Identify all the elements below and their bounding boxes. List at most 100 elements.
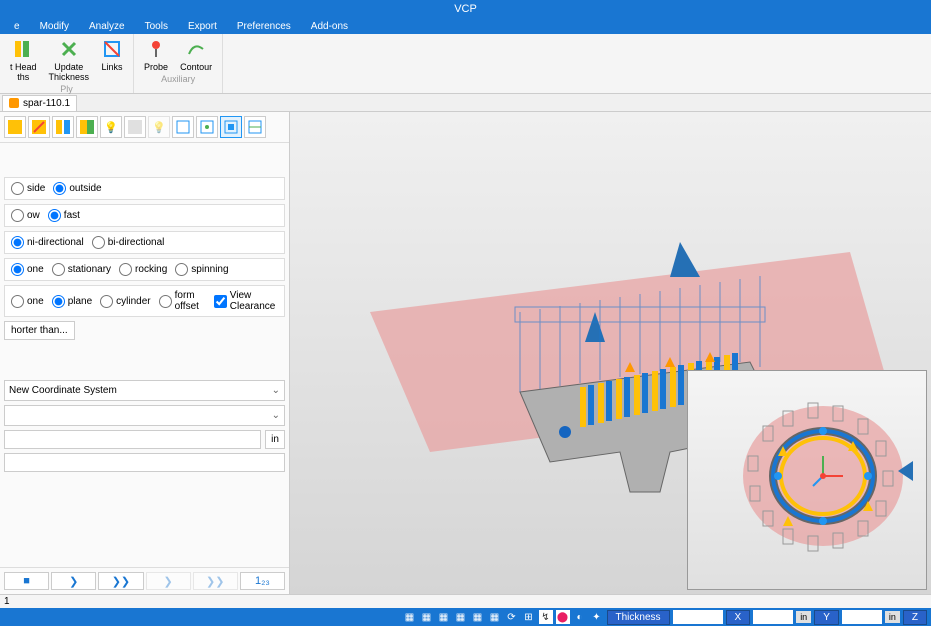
tool-icon-b[interactable]: ◐ <box>573 610 587 624</box>
bottom-bar: ▦ ▦ ▦ ▦ ▦ ▦ ⟳ ⊞ ↯ ⬤ ◐ ✦ Thickness X in Y… <box>0 608 931 626</box>
title-bar: VCP <box>0 0 931 18</box>
nav-controls: ■ ❯ ❯❯ ❯ ❯❯ 1₂₃ <box>0 567 289 594</box>
tool-icon-c[interactable]: ✦ <box>590 610 604 624</box>
options-panel: side outside ow fast ni-directional bi-d… <box>0 143 289 567</box>
radio-formoffset[interactable]: form offset <box>159 290 206 312</box>
check-view-clearance[interactable]: View Clearance <box>214 290 278 312</box>
value-input-2[interactable] <box>4 453 285 472</box>
value-input-row: in <box>4 430 285 449</box>
tool-4[interactable] <box>76 116 98 138</box>
radio-fast[interactable]: fast <box>48 209 80 222</box>
menu-addons[interactable]: Add-ons <box>301 21 358 32</box>
tab-label: spar-110.1 <box>23 98 70 109</box>
radio-outside[interactable]: outside <box>53 182 101 195</box>
head-icon <box>12 38 34 60</box>
menu-tools[interactable]: Tools <box>135 21 178 32</box>
speed-option: ow fast <box>4 204 285 227</box>
view-icon-1[interactable]: ▦ <box>403 610 417 624</box>
status-text: 1 <box>4 596 10 607</box>
radio-cylinder[interactable]: cylinder <box>100 295 150 308</box>
probe-icon <box>145 38 167 60</box>
view-icon-4[interactable]: ▦ <box>454 610 468 624</box>
grid-icon[interactable]: ⊞ <box>522 610 536 624</box>
radio-none[interactable]: one <box>11 263 44 276</box>
tool-icon-a[interactable]: ⬤ <box>556 610 570 624</box>
direction-option: ni-directional bi-directional <box>4 231 285 254</box>
y-button[interactable]: Y <box>814 610 839 625</box>
tool-bulb-on[interactable]: 💡 <box>100 116 122 138</box>
x-input[interactable] <box>753 610 793 624</box>
axis-icon[interactable]: ↯ <box>539 610 553 624</box>
inset-viewport[interactable] <box>687 370 927 590</box>
coord-system-dropdown[interactable]: New Coordinate System⌄ <box>4 380 285 401</box>
tool-1[interactable] <box>4 116 26 138</box>
ribbon-group-ply: t Head ths Update Thickness Links Ply <box>0 34 134 93</box>
x-button[interactable]: X <box>726 610 751 625</box>
radio-plane[interactable]: plane <box>52 295 92 308</box>
ribbon-head-paths[interactable]: t Head ths <box>4 36 43 84</box>
radio-none2[interactable]: one <box>11 295 44 308</box>
menu-preferences[interactable]: Preferences <box>227 21 301 32</box>
unit-label: in <box>796 611 811 623</box>
unit-label: in <box>885 611 900 623</box>
radio-stationary[interactable]: stationary <box>52 263 111 276</box>
ribbon-group-label: Auxiliary <box>161 74 195 84</box>
tool-view-2[interactable] <box>196 116 218 138</box>
view-icon-3[interactable]: ▦ <box>437 610 451 624</box>
document-tab[interactable]: spar-110.1 <box>2 95 77 111</box>
menu-analyze[interactable]: Analyze <box>79 21 135 32</box>
menu-export[interactable]: Export <box>178 21 227 32</box>
clearance-option: one plane cylinder form offset View Clea… <box>4 285 285 317</box>
value-input[interactable] <box>4 430 261 449</box>
nav-stop[interactable]: ■ <box>4 572 49 590</box>
sidebar-toolbar: 💡 💡 <box>0 112 289 143</box>
tab-bar: spar-110.1 <box>0 94 931 112</box>
ribbon-group-label: Ply <box>60 84 73 94</box>
ribbon-contour[interactable]: Contour <box>174 36 218 74</box>
chevron-down-icon: ⌄ <box>272 410 280 421</box>
tool-view-3[interactable] <box>220 116 242 138</box>
side-option: side outside <box>4 177 285 200</box>
ribbon-links[interactable]: Links <box>95 36 129 84</box>
z-button[interactable]: Z <box>903 610 927 625</box>
thickness-button[interactable]: Thickness <box>607 610 670 625</box>
nav-play[interactable]: ❯❯ <box>98 572 143 590</box>
ribbon-update-thickness[interactable]: Update Thickness <box>43 36 96 84</box>
tool-view-1[interactable] <box>172 116 194 138</box>
nav-step2[interactable]: ❯ <box>146 572 191 590</box>
tool-view-4[interactable] <box>244 116 266 138</box>
radio-rocking[interactable]: rocking <box>119 263 167 276</box>
ribbon-probe[interactable]: Probe <box>138 36 174 74</box>
view-icon-6[interactable]: ▦ <box>488 610 502 624</box>
blank-dropdown[interactable]: ⌄ <box>4 405 285 426</box>
thickness-input[interactable] <box>673 610 723 624</box>
nav-step[interactable]: ❯ <box>51 572 96 590</box>
motion-option: one stationary rocking spinning <box>4 258 285 281</box>
radio-bi[interactable]: bi-directional <box>92 236 165 249</box>
radio-slow[interactable]: ow <box>11 209 40 222</box>
view-icon-2[interactable]: ▦ <box>420 610 434 624</box>
radio-spinning[interactable]: spinning <box>175 263 228 276</box>
menu-modify[interactable]: Modify <box>30 21 79 32</box>
chevron-down-icon: ⌄ <box>272 385 280 396</box>
status-bar: 1 <box>0 594 931 608</box>
view-icon-5[interactable]: ▦ <box>471 610 485 624</box>
nav-ff[interactable]: ❯❯ <box>193 572 238 590</box>
tool-3[interactable] <box>52 116 74 138</box>
tool-2[interactable] <box>28 116 50 138</box>
nav-123[interactable]: 1₂₃ <box>240 572 285 590</box>
links-icon <box>101 38 123 60</box>
y-input[interactable] <box>842 610 882 624</box>
tool-6[interactable] <box>124 116 146 138</box>
app-title: VCP <box>454 3 477 15</box>
cone-icon <box>670 242 700 277</box>
radio-side[interactable]: side <box>11 182 45 195</box>
refresh-icon[interactable]: ⟳ <box>505 610 519 624</box>
radio-uni[interactable]: ni-directional <box>11 236 84 249</box>
menu-file[interactable]: e <box>4 21 30 32</box>
value-input-row-2 <box>4 453 285 472</box>
3d-viewport[interactable] <box>290 112 931 594</box>
update-icon <box>58 38 80 60</box>
tool-bulb-off[interactable]: 💡 <box>148 116 170 138</box>
shorter-than-button[interactable]: horter than... <box>4 321 75 340</box>
